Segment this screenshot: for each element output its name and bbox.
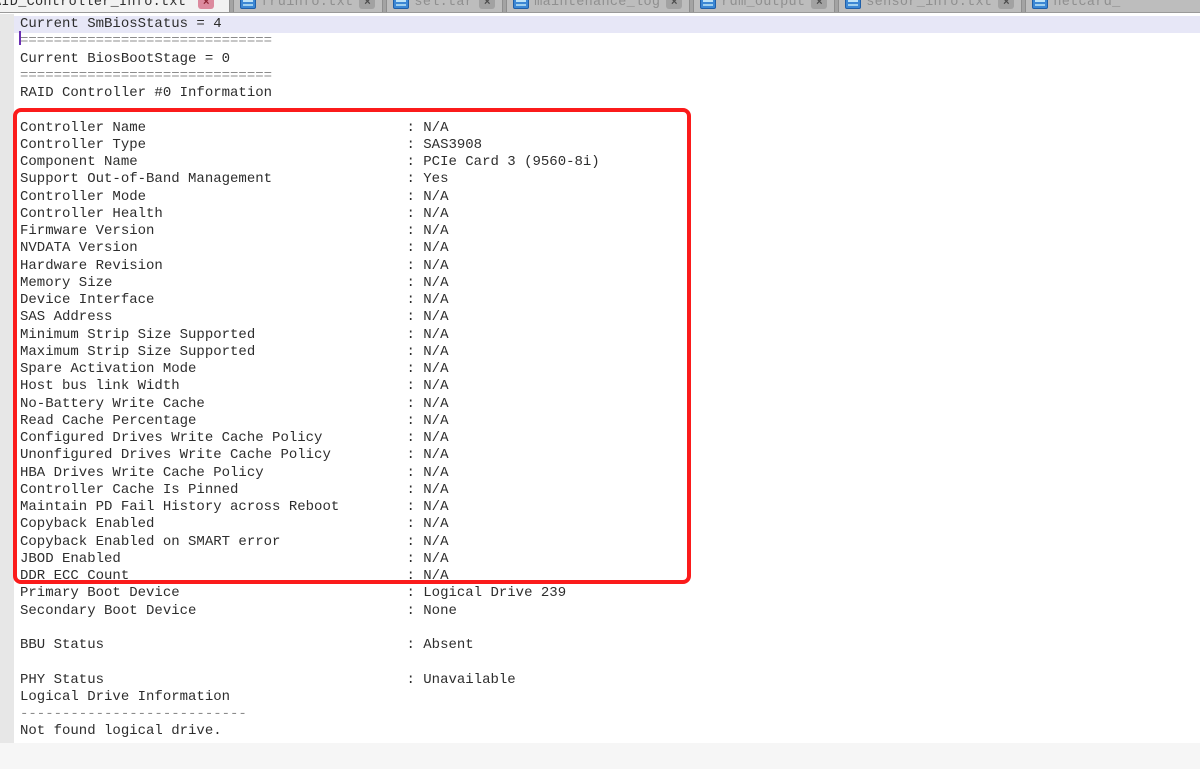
editor-line: RAID Controller #0 Information [14,85,1200,102]
editor-line: Logical Drive Information [14,689,1200,706]
editor-line: Current BiosBootStage = 0 [14,51,1200,68]
tab-close-icon[interactable]: × [479,0,495,9]
editor-line: Component Name : PCIe Card 3 (9560-8i) [14,154,1200,171]
editor-line: Controller Name : N/A [14,120,1200,137]
editor-line [14,620,1200,637]
tab-label: rdm_output [721,0,805,10]
editor-line: Firmware Version : N/A [14,223,1200,240]
editor-line: Configured Drives Write Cache Policy : N… [14,430,1200,447]
tab-maintenance-log[interactable]: maintenance_log × [506,0,690,12]
editor-line: Minimum Strip Size Supported : N/A [14,327,1200,344]
editor-line [14,654,1200,671]
editor-line: PHY Status : Unavailable [14,672,1200,689]
tab-close-icon[interactable]: × [198,0,214,9]
tab-label: sensor_info.txt [866,0,992,10]
editor-line: No-Battery Write Cache : N/A [14,396,1200,413]
editor-line: Hardware Revision : N/A [14,258,1200,275]
editor-line: ============================== [14,68,1200,85]
editor-line: Current SmBiosStatus = 4 [14,16,1200,33]
tab-label: fruinfo.txt [261,0,353,10]
tab-rdm-output[interactable]: rdm_output × [693,0,835,12]
editor-line: Device Interface : N/A [14,292,1200,309]
tab-close-icon[interactable]: × [811,0,827,9]
editor-line: --------------------------- [14,706,1200,723]
text-editor-window: AID_Controller_Info.txt×fruinfo.txt×sel.… [0,0,1200,769]
tab-bar: AID_Controller_Info.txt×fruinfo.txt×sel.… [0,0,1200,13]
editor-line: Controller Type : SAS3908 [14,137,1200,154]
document-icon [700,0,716,9]
editor-line: Memory Size : N/A [14,275,1200,292]
tab-close-icon[interactable]: × [359,0,375,9]
tab-strip: AID_Controller_Info.txt×fruinfo.txt×sel.… [0,0,1200,12]
tab-label: maintenance_log [534,0,660,10]
editor-line: Primary Boot Device : Logical Drive 239 [14,585,1200,602]
tab-label: sel.tar [414,0,473,10]
editor-line: Maximum Strip Size Supported : N/A [14,344,1200,361]
editor-line: NVDATA Version : N/A [14,240,1200,257]
editor-line: Spare Activation Mode : N/A [14,361,1200,378]
editor-line: Not found logical drive. [14,723,1200,740]
editor-line: ============================== [14,33,1200,50]
editor-line: Read Cache Percentage : N/A [14,413,1200,430]
document-icon [513,0,529,9]
tab-close-icon[interactable]: × [666,0,682,9]
editor-margin [0,14,14,744]
editor-line: Controller Cache Is Pinned : N/A [14,482,1200,499]
tab-label: AID_Controller_Info.txt [0,0,186,10]
tab-netcard[interactable]: netcard_ [1025,0,1200,12]
editor-line: BBU Status : Absent [14,637,1200,654]
tab-aid-controller-info-txt[interactable]: AID_Controller_Info.txt × [0,0,230,12]
editor-line: SAS Address : N/A [14,309,1200,326]
tab-label: netcard_ [1053,0,1120,10]
editor-line: HBA Drives Write Cache Policy : N/A [14,465,1200,482]
editor-line: Unonfigured Drives Write Cache Policy : … [14,447,1200,464]
editor-content[interactable]: Current SmBiosStatus = 4================… [0,14,1200,769]
tab-sensor-info-txt[interactable]: sensor_info.txt × [838,0,1022,12]
editor-line: Controller Health : N/A [14,206,1200,223]
editor-line: Copyback Enabled : N/A [14,516,1200,533]
document-icon [1032,0,1048,9]
editor-line: Support Out-of-Band Management : Yes [14,171,1200,188]
tab-sel-tar[interactable]: sel.tar × [386,0,503,12]
tab-fruinfo-txt[interactable]: fruinfo.txt × [233,0,383,12]
editor-line: Copyback Enabled on SMART error : N/A [14,534,1200,551]
bottom-band [0,743,1200,769]
editor-line: Host bus link Width : N/A [14,378,1200,395]
document-icon [240,0,256,9]
editor-line: Controller Mode : N/A [14,189,1200,206]
editor-line: DDR ECC Count : N/A [14,568,1200,585]
text-area[interactable]: Current SmBiosStatus = 4================… [14,16,1200,741]
document-icon [393,0,409,9]
text-caret [19,31,21,45]
editor-line [14,102,1200,119]
editor-line: Secondary Boot Device : None [14,603,1200,620]
editor-line: Maintain PD Fail History across Reboot :… [14,499,1200,516]
document-icon [845,0,861,9]
editor-line: JBOD Enabled : N/A [14,551,1200,568]
tab-close-icon[interactable]: × [998,0,1014,9]
